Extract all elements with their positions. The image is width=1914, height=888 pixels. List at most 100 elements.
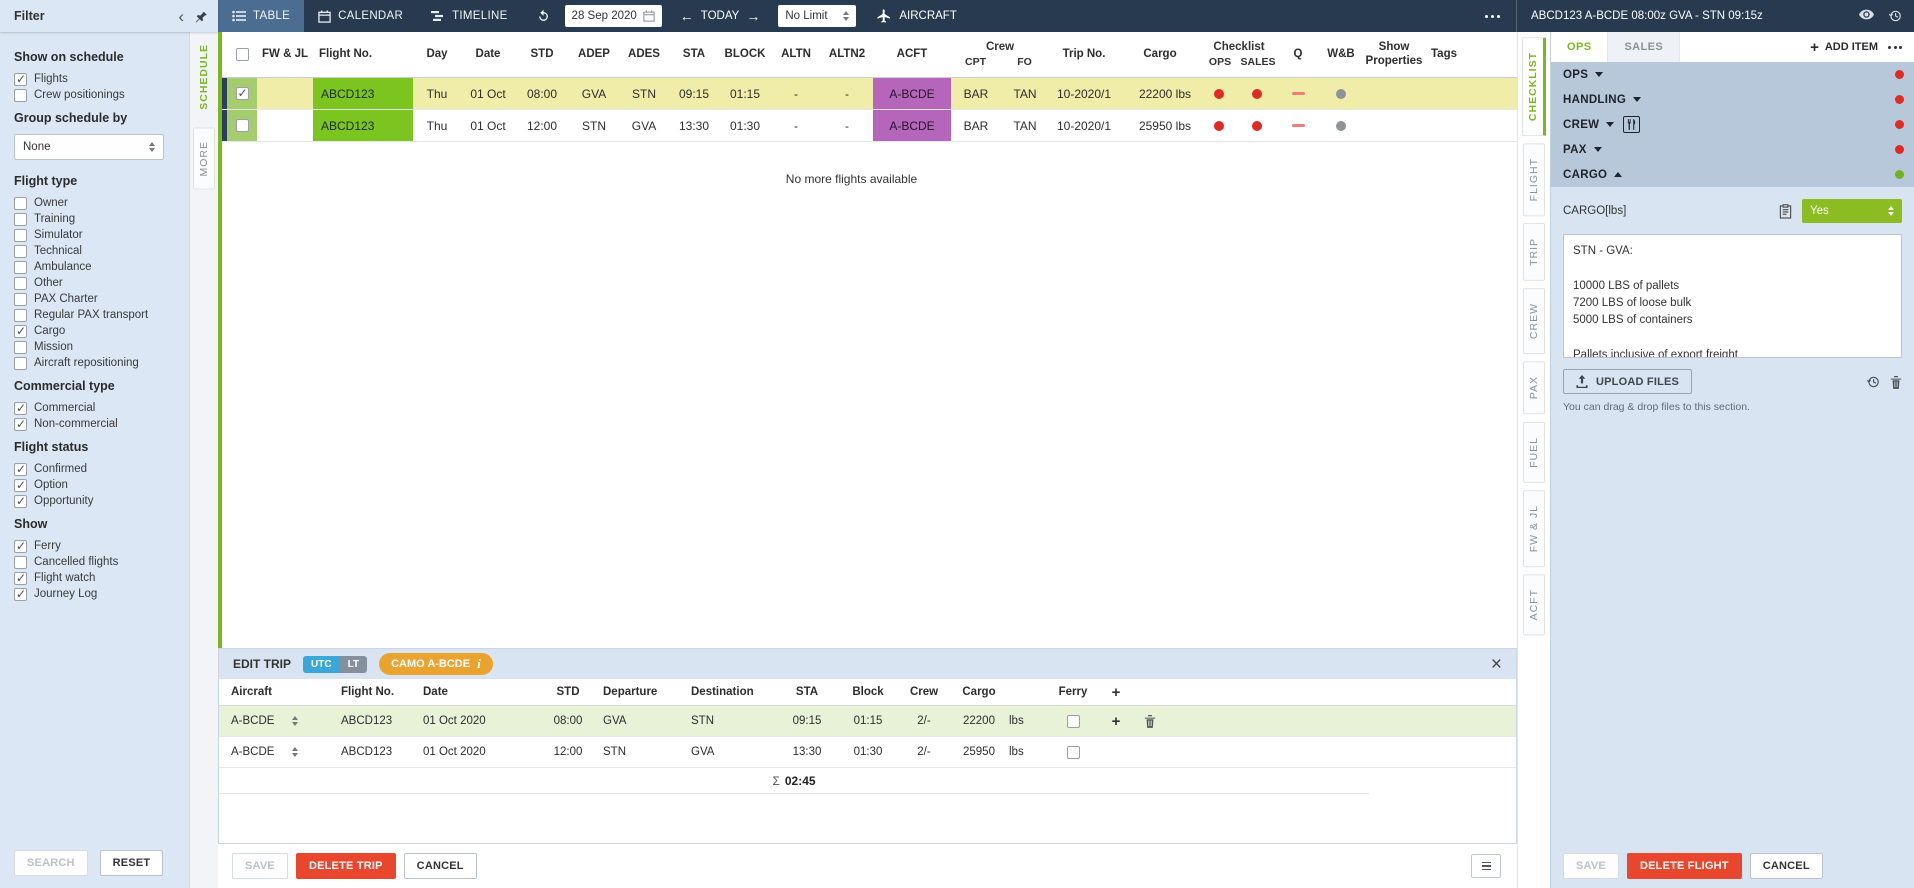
cell-acft[interactable]: A-BCDE xyxy=(873,110,951,141)
cell-date[interactable]: 01 Oct 2020 xyxy=(423,715,533,727)
add-item-button[interactable]: + ADD ITEM xyxy=(1800,32,1888,62)
filter-checkbox-item[interactable]: Cargo xyxy=(14,325,189,338)
reset-button[interactable]: RESET xyxy=(100,850,164,876)
prev-day-icon[interactable]: ← xyxy=(680,8,694,24)
filter-checkbox-item[interactable]: Ferry xyxy=(14,540,189,553)
col-sta[interactable]: STA xyxy=(669,32,719,77)
right-rail-tab[interactable]: CREW xyxy=(1523,288,1545,354)
eye-icon[interactable] xyxy=(1859,9,1874,23)
row-checkbox[interactable] xyxy=(236,87,249,100)
utc-toggle[interactable]: UTC xyxy=(303,656,340,673)
save-button[interactable]: SAVE xyxy=(1563,853,1619,879)
col-tags[interactable]: Tags xyxy=(1425,32,1481,77)
col-ades[interactable]: ADES xyxy=(619,32,669,77)
wb-status-dot[interactable] xyxy=(1336,89,1346,99)
sales-status-dot[interactable] xyxy=(1252,89,1262,99)
filter-checkbox-item[interactable]: Option xyxy=(14,479,189,492)
checkbox[interactable] xyxy=(14,588,27,601)
cell-std[interactable]: 08:00 xyxy=(533,715,603,727)
right-rail-tab[interactable]: TRIP xyxy=(1523,223,1545,281)
filter-checkbox-item[interactable]: Owner xyxy=(14,197,189,210)
col-trip-no[interactable]: Trip No. xyxy=(1049,32,1119,77)
checkbox[interactable] xyxy=(14,229,27,242)
col-altn2[interactable]: ALTN2 xyxy=(821,32,873,77)
schedule-row[interactable]: ABCD123 Thu 01 Oct 12:00 STN GVA 13:30 0… xyxy=(222,110,1517,142)
checklist-group-row[interactable]: CREW xyxy=(1551,112,1914,137)
checkbox[interactable] xyxy=(14,357,27,370)
refresh-icon[interactable] xyxy=(536,9,551,24)
aircraft-select[interactable]: A-BCDE xyxy=(231,746,298,758)
checkbox[interactable] xyxy=(14,261,27,274)
checklist-group-row[interactable]: PAX xyxy=(1551,137,1914,162)
close-icon[interactable]: × xyxy=(1487,655,1506,674)
col-altn[interactable]: ALTN xyxy=(771,32,821,77)
cell-date[interactable]: 01 Oct 2020 xyxy=(423,746,533,758)
ops-status-dot[interactable] xyxy=(1214,121,1224,131)
checkbox[interactable] xyxy=(14,245,27,258)
aircraft-button[interactable]: AIRCRAFT xyxy=(876,8,957,24)
trip-leg-row[interactable]: A-BCDE ABCD123 01 Oct 2020 08:00 GVA STN… xyxy=(219,706,1516,737)
cargo-note-field[interactable]: STN - GVA: 10000 LBS of pallets 7200 LBS… xyxy=(1563,234,1902,358)
cell-fo[interactable]: TAN xyxy=(1001,78,1049,109)
checkbox[interactable] xyxy=(14,418,27,431)
filter-checkbox-item[interactable]: Other xyxy=(14,277,189,290)
checkbox[interactable] xyxy=(14,325,27,338)
q-status-dash[interactable] xyxy=(1292,92,1305,95)
col-acft[interactable]: ACFT xyxy=(873,32,951,77)
ops-status-dot[interactable] xyxy=(1214,89,1224,99)
checkbox[interactable] xyxy=(14,277,27,290)
checkbox[interactable] xyxy=(14,556,27,569)
ferry-checkbox[interactable] xyxy=(1067,746,1080,759)
cell-flight-no[interactable]: ABCD123 xyxy=(341,715,423,727)
cell-fo[interactable]: TAN xyxy=(1001,110,1049,141)
col-fw-jl[interactable]: FW & JL xyxy=(257,32,313,77)
delete-trip-button[interactable]: DELETE TRIP xyxy=(296,853,396,879)
col-wb[interactable]: W&B xyxy=(1319,32,1363,77)
limit-select[interactable]: No Limit xyxy=(778,5,856,27)
menu-icon[interactable] xyxy=(1471,854,1501,878)
cell-cpt[interactable]: BAR xyxy=(951,78,1001,109)
col-day[interactable]: Day xyxy=(413,32,461,77)
right-rail-tab[interactable]: FW & JL xyxy=(1523,490,1545,567)
sales-status-dot[interactable] xyxy=(1252,121,1262,131)
checkbox[interactable] xyxy=(14,197,27,210)
col-flight-no[interactable]: Flight No. xyxy=(313,32,413,77)
cell-cargo[interactable]: 22200 xyxy=(949,715,1009,727)
tab-calendar[interactable]: CALENDAR xyxy=(304,0,417,32)
trash-icon[interactable] xyxy=(1890,375,1902,389)
filter-checkbox-item[interactable]: Training xyxy=(14,213,189,226)
cell-acft[interactable]: A-BCDE xyxy=(873,78,951,109)
filter-checkbox-item[interactable]: Aircraft repositioning xyxy=(14,357,189,370)
filter-checkbox-item[interactable]: Mission xyxy=(14,341,189,354)
ferry-checkbox[interactable] xyxy=(1067,715,1080,728)
checkbox[interactable] xyxy=(14,309,27,322)
checkbox[interactable] xyxy=(14,89,27,102)
col-show-properties[interactable]: Show Properties xyxy=(1363,32,1425,77)
cell-departure[interactable]: STN xyxy=(603,746,691,758)
delete-flight-button[interactable]: DELETE FLIGHT xyxy=(1627,853,1742,879)
upload-files-button[interactable]: UPLOAD FILES xyxy=(1563,369,1692,394)
filter-checkbox-item[interactable]: Technical xyxy=(14,245,189,258)
right-rail-tab[interactable]: FLIGHT xyxy=(1523,143,1545,216)
row-checkbox[interactable] xyxy=(236,119,249,132)
cancel-button[interactable]: CANCEL xyxy=(404,853,477,879)
search-button[interactable]: SEARCH xyxy=(14,850,88,876)
checklist-tab[interactable]: OPS xyxy=(1551,32,1608,62)
trip-leg-row[interactable]: A-BCDE ABCD123 01 Oct 2020 12:00 STN GVA… xyxy=(219,737,1516,768)
lt-toggle[interactable]: LT xyxy=(340,656,367,673)
col-fo[interactable]: FO xyxy=(1000,56,1049,68)
filter-checkbox-item[interactable]: Non-commercial xyxy=(14,418,189,431)
date-input[interactable]: 28 Sep 2020 xyxy=(565,5,662,27)
cell-destination[interactable]: GVA xyxy=(691,746,777,758)
filter-checkbox-item[interactable]: Regular PAX transport xyxy=(14,309,189,322)
trash-icon[interactable] xyxy=(1144,714,1156,728)
col-adep[interactable]: ADEP xyxy=(569,32,619,77)
filter-checkbox-item[interactable]: Flights xyxy=(14,73,189,86)
right-rail-tab[interactable]: ACFT xyxy=(1523,574,1545,635)
filter-checkbox-item[interactable]: Commercial xyxy=(14,402,189,415)
filter-checkbox-item[interactable]: Flight watch xyxy=(14,572,189,585)
col-date[interactable]: Date xyxy=(461,32,515,77)
checklist-group-row[interactable]: HANDLING xyxy=(1551,87,1914,112)
tab-table[interactable]: TABLE xyxy=(218,0,304,32)
right-rail-tab[interactable]: FUEL xyxy=(1523,422,1545,483)
